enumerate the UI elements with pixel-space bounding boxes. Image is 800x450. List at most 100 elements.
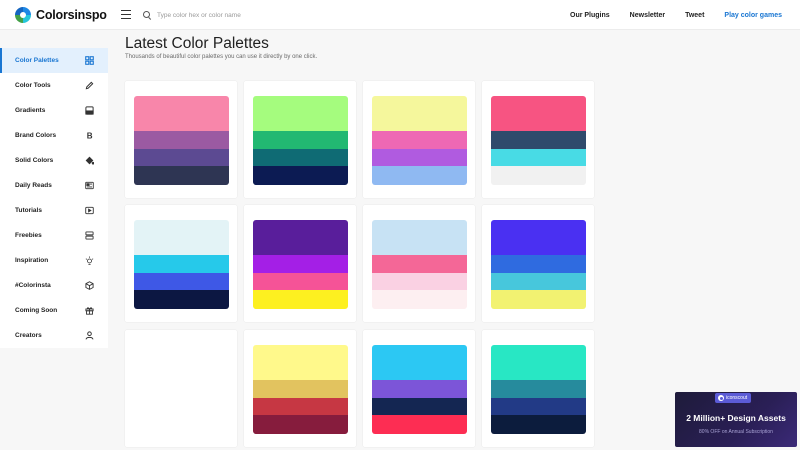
palette-card[interactable] (125, 81, 237, 198)
gradient-icon (85, 106, 94, 115)
sidebar-item-label: #Colorinsta (15, 282, 51, 289)
color-swatch[interactable] (372, 290, 467, 309)
palette-card[interactable] (363, 81, 475, 198)
color-swatch[interactable] (372, 220, 467, 255)
color-swatch[interactable] (491, 379, 586, 398)
site-logo[interactable]: Colorsinspo (15, 7, 107, 23)
color-swatch[interactable] (491, 96, 586, 131)
palette-card[interactable] (363, 330, 475, 447)
color-swatch[interactable] (253, 345, 348, 380)
color-swatch[interactable] (491, 397, 586, 416)
page-subtitle: Thousands of beautiful color palettes yo… (125, 54, 318, 60)
color-swatch[interactable] (253, 220, 348, 255)
color-swatch[interactable] (253, 148, 348, 167)
hamburger-menu-icon[interactable] (121, 10, 131, 19)
color-swatch[interactable] (134, 148, 229, 167)
palette-card[interactable] (125, 330, 237, 447)
svg-text:B: B (87, 132, 93, 140)
logo-icon (15, 7, 31, 23)
color-swatch[interactable] (372, 415, 467, 434)
color-swatch[interactable] (253, 290, 348, 309)
color-swatch[interactable] (372, 397, 467, 416)
color-swatch[interactable] (491, 272, 586, 291)
color-swatch[interactable] (372, 96, 467, 131)
color-swatch[interactable] (134, 254, 229, 273)
color-swatch[interactable] (253, 166, 348, 185)
color-swatch[interactable] (372, 254, 467, 273)
color-swatch[interactable] (372, 166, 467, 185)
newspaper-icon (85, 181, 94, 190)
sidebar-item-label: Color Tools (15, 82, 51, 89)
stack-icon (85, 231, 94, 240)
sidebar-item-brand-colors[interactable]: Brand Colors B (0, 123, 108, 148)
nav-link-newsletter[interactable]: Newsletter (630, 12, 665, 19)
color-swatch[interactable] (491, 415, 586, 434)
color-swatch[interactable] (253, 397, 348, 416)
color-swatch[interactable] (253, 415, 348, 434)
palette-swatches (372, 345, 467, 434)
palette-card[interactable] (363, 205, 475, 322)
sidebar-item-freebies[interactable]: Freebies (0, 223, 108, 248)
color-swatch[interactable] (372, 345, 467, 380)
palette-card[interactable] (125, 205, 237, 322)
color-swatch[interactable] (134, 130, 229, 149)
sidebar-item-coming-soon[interactable]: Coming Soon (0, 298, 108, 323)
search-input[interactable] (157, 8, 377, 22)
sidebar-item-color-tools[interactable]: Color Tools (0, 73, 108, 98)
color-swatch[interactable] (134, 220, 229, 255)
color-swatch[interactable] (134, 96, 229, 131)
color-swatch[interactable] (491, 345, 586, 380)
color-swatch[interactable] (372, 148, 467, 167)
palette-swatches (491, 345, 586, 434)
palette-card[interactable] (244, 81, 356, 198)
color-swatch[interactable] (253, 379, 348, 398)
bold-b-icon: B (85, 131, 94, 140)
color-swatch[interactable] (134, 290, 229, 309)
ad-title: 2 Million+ Design Assets (686, 413, 786, 423)
palette-card[interactable] (482, 205, 594, 322)
search-bar (143, 8, 377, 22)
color-swatch[interactable] (372, 272, 467, 291)
color-swatch[interactable] (253, 96, 348, 131)
ad-banner[interactable]: iconscout 2 Million+ Design Assets 80% O… (675, 392, 797, 447)
color-swatch[interactable] (372, 130, 467, 149)
color-swatch[interactable] (491, 166, 586, 185)
color-swatch[interactable] (134, 272, 229, 291)
nav-link-tweet[interactable]: Tweet (685, 12, 704, 19)
palette-card[interactable] (244, 330, 356, 447)
sidebar-item-colorinsta[interactable]: #Colorinsta (0, 273, 108, 298)
paint-bucket-icon (85, 156, 94, 165)
sidebar-item-creators[interactable]: Creators (0, 323, 108, 348)
sidebar-item-gradients[interactable]: Gradients (0, 98, 108, 123)
sidebar-item-inspiration[interactable]: Inspiration (0, 248, 108, 273)
sidebar-item-color-palettes[interactable]: Color Palettes (0, 48, 108, 73)
nav-link-our-plugins[interactable]: Our Plugins (570, 12, 610, 19)
grid-icon (85, 56, 94, 65)
cube-icon (85, 281, 94, 290)
color-swatch[interactable] (372, 379, 467, 398)
color-swatch[interactable] (491, 148, 586, 167)
color-swatch[interactable] (491, 254, 586, 273)
color-swatch[interactable] (253, 130, 348, 149)
gift-icon (85, 306, 94, 315)
color-swatch[interactable] (253, 254, 348, 273)
palette-card[interactable] (482, 330, 594, 447)
color-swatch[interactable] (253, 272, 348, 291)
palette-swatches (134, 96, 229, 185)
sidebar-item-daily-reads[interactable]: Daily Reads (0, 173, 108, 198)
palette-card[interactable] (244, 205, 356, 322)
palette-card[interactable] (482, 81, 594, 198)
sidebar-item-solid-colors[interactable]: Solid Colors (0, 148, 108, 173)
sidebar-item-label: Inspiration (15, 257, 49, 264)
pencil-icon (85, 81, 94, 90)
sidebar-item-label: Tutorials (15, 207, 42, 214)
sidebar-item-label: Gradients (15, 107, 46, 114)
sidebar-item-tutorials[interactable]: Tutorials (0, 198, 108, 223)
nav-link-play-color-games[interactable]: Play color games (724, 12, 782, 19)
color-swatch[interactable] (134, 166, 229, 185)
color-swatch[interactable] (491, 130, 586, 149)
sidebar-item-label: Coming Soon (15, 307, 58, 314)
color-swatch[interactable] (491, 220, 586, 255)
color-swatch[interactable] (491, 290, 586, 309)
search-icon (143, 10, 152, 20)
